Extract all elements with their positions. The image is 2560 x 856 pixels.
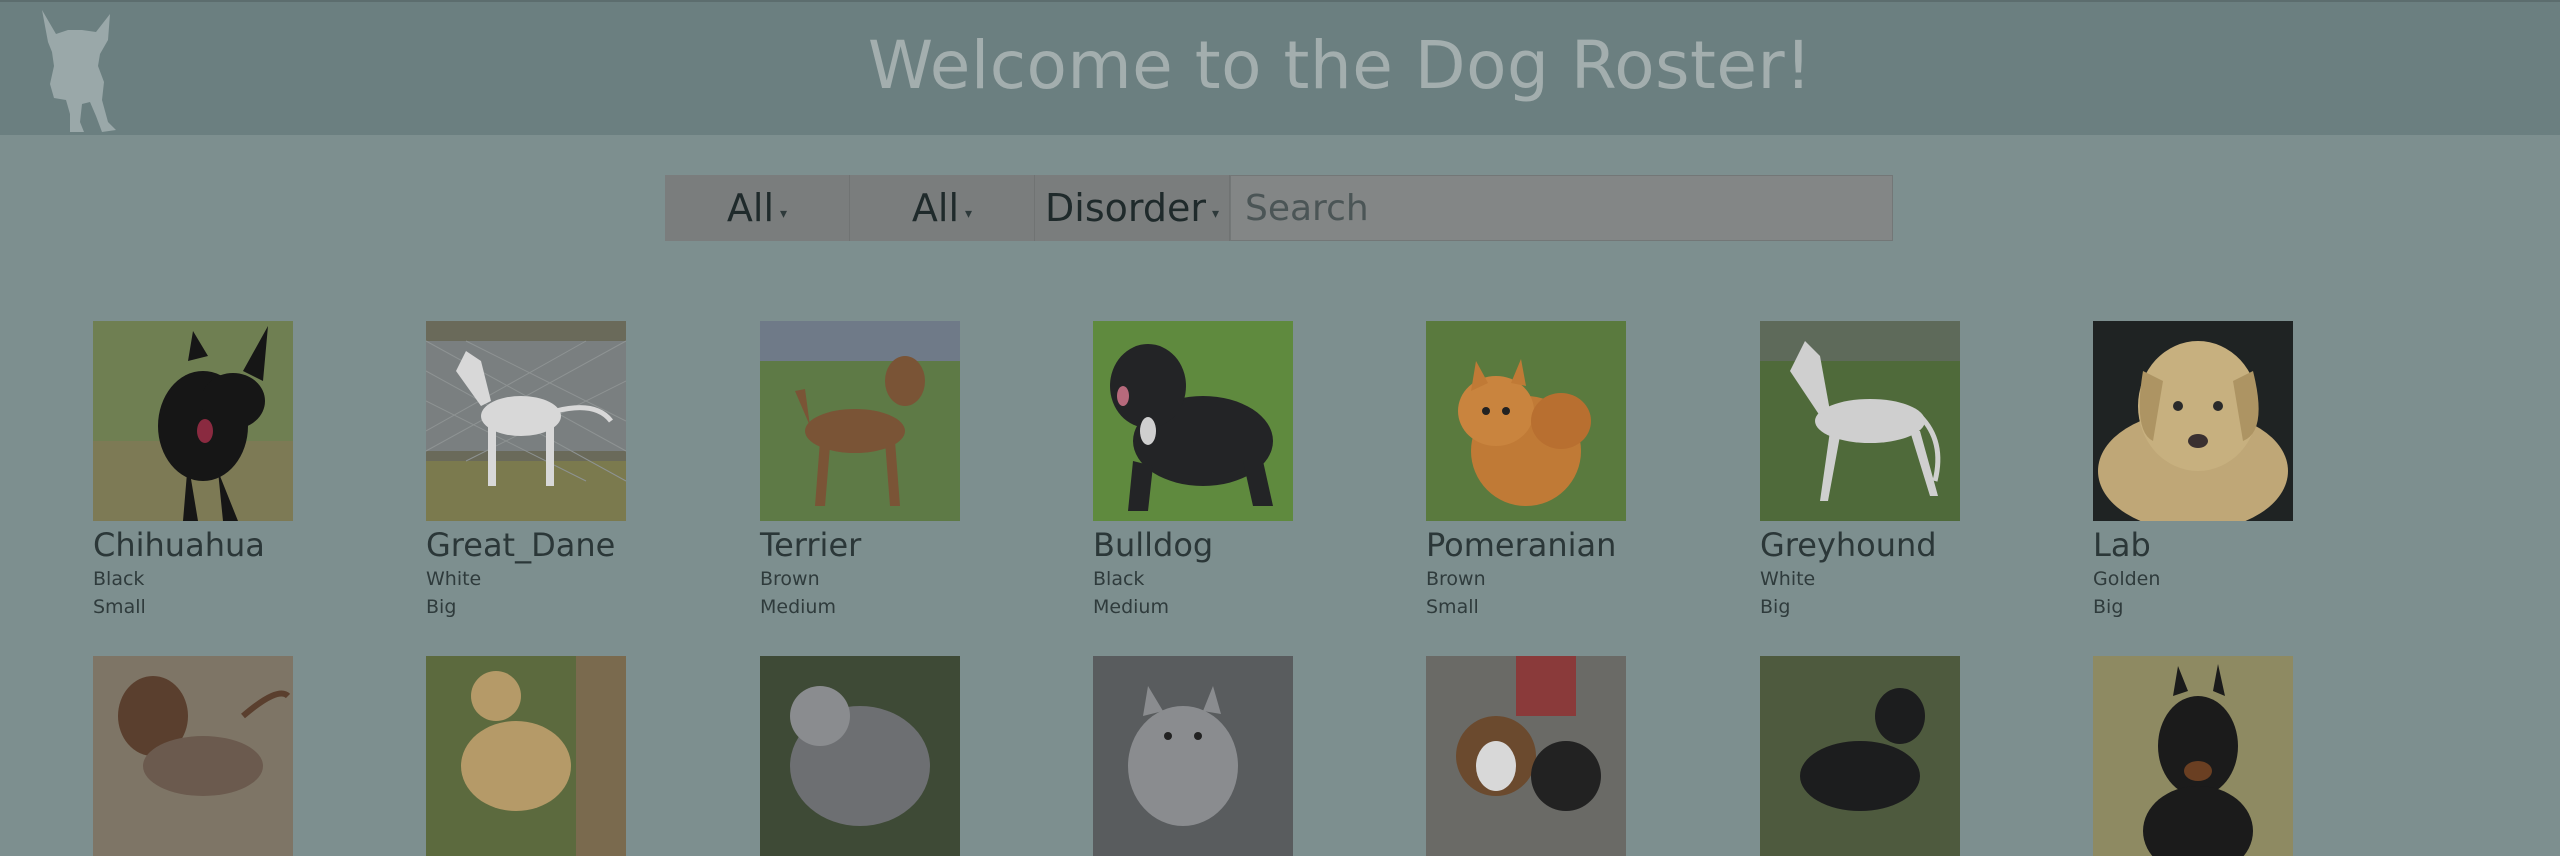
dog-card[interactable] bbox=[1093, 656, 1353, 856]
dog-card[interactable] bbox=[93, 656, 353, 856]
greyhound-photo[interactable] bbox=[1760, 321, 1960, 521]
dachshund-photo[interactable] bbox=[93, 656, 293, 856]
sort-order-select[interactable]: Disorder ▾ bbox=[1035, 175, 1230, 241]
lab-photo[interactable] bbox=[2093, 321, 2293, 521]
dog-card[interactable]: Lab Golden Big bbox=[2093, 321, 2353, 621]
dog-card[interactable] bbox=[426, 656, 686, 856]
dog-card[interactable]: Pomeranian Brown Small bbox=[1426, 321, 1686, 621]
dog-card[interactable]: Chihuahua Black Small bbox=[93, 321, 353, 621]
beagle-photo[interactable] bbox=[1426, 656, 1626, 856]
dog-name: Terrier bbox=[760, 526, 862, 564]
chevron-down-icon: ▾ bbox=[780, 206, 788, 222]
filter-bar: All ▾ All ▾ Disorder ▾ bbox=[665, 175, 1893, 241]
husky-photo[interactable] bbox=[1093, 656, 1293, 856]
dog-name: Pomeranian bbox=[1426, 526, 1617, 564]
dog-card[interactable] bbox=[1426, 656, 1686, 856]
dog-card[interactable]: Bulldog Black Medium bbox=[1093, 321, 1353, 621]
dog-name: Bulldog bbox=[1093, 526, 1214, 564]
dog-color: Brown bbox=[1426, 568, 1486, 590]
dog-color: White bbox=[1760, 568, 1816, 590]
dog-card[interactable]: Terrier Brown Medium bbox=[760, 321, 1020, 621]
wolfdog-photo[interactable] bbox=[760, 656, 960, 856]
page-title: Welcome to the Dog Roster! bbox=[867, 27, 1813, 104]
dog-color: Black bbox=[93, 568, 145, 590]
dog-name: Greyhound bbox=[1760, 526, 1937, 564]
dog-card[interactable] bbox=[2093, 656, 2353, 856]
dog-size: Big bbox=[2093, 596, 2124, 618]
site-header: Welcome to the Dog Roster! bbox=[0, 0, 2560, 135]
dog-card[interactable] bbox=[760, 656, 1020, 856]
terrier-photo[interactable] bbox=[760, 321, 960, 521]
black-dog-photo[interactable] bbox=[1760, 656, 1960, 856]
chevron-down-icon: ▾ bbox=[965, 206, 973, 222]
dog-size: Small bbox=[1426, 596, 1479, 618]
dog-card[interactable]: Greyhound White Big bbox=[1760, 321, 2020, 621]
search-input[interactable] bbox=[1230, 175, 1893, 241]
dog-name: Lab bbox=[2093, 526, 2151, 564]
pomeranian-photo[interactable] bbox=[1426, 321, 1626, 521]
chevron-down-icon: ▾ bbox=[1211, 206, 1219, 222]
bulldog-photo[interactable] bbox=[1093, 321, 1293, 521]
dog-size: Small bbox=[93, 596, 146, 618]
poodle-photo[interactable] bbox=[426, 656, 626, 856]
dog-color: Black bbox=[1093, 568, 1145, 590]
size-filter-value: All bbox=[911, 186, 960, 230]
dog-size: Big bbox=[1760, 596, 1791, 618]
dog-name: Great_Dane bbox=[426, 526, 616, 564]
color-filter-value: All bbox=[726, 186, 775, 230]
dog-size: Medium bbox=[760, 596, 836, 618]
dog-name: Chihuahua bbox=[93, 526, 265, 564]
dog-color: White bbox=[426, 568, 482, 590]
sort-order-value: Disorder bbox=[1045, 186, 1206, 230]
great-dane-photo[interactable] bbox=[426, 321, 626, 521]
color-filter-select[interactable]: All ▾ bbox=[665, 175, 850, 241]
dog-color: Golden bbox=[2093, 568, 2161, 590]
dog-card[interactable]: Great_Dane White Big bbox=[426, 321, 686, 621]
doberman-photo[interactable] bbox=[2093, 656, 2293, 856]
dog-card[interactable] bbox=[1760, 656, 2020, 856]
dog-size: Big bbox=[426, 596, 457, 618]
dog-color: Brown bbox=[760, 568, 820, 590]
size-filter-select[interactable]: All ▾ bbox=[850, 175, 1035, 241]
chihuahua-photo[interactable] bbox=[93, 321, 293, 521]
dog-size: Medium bbox=[1093, 596, 1169, 618]
